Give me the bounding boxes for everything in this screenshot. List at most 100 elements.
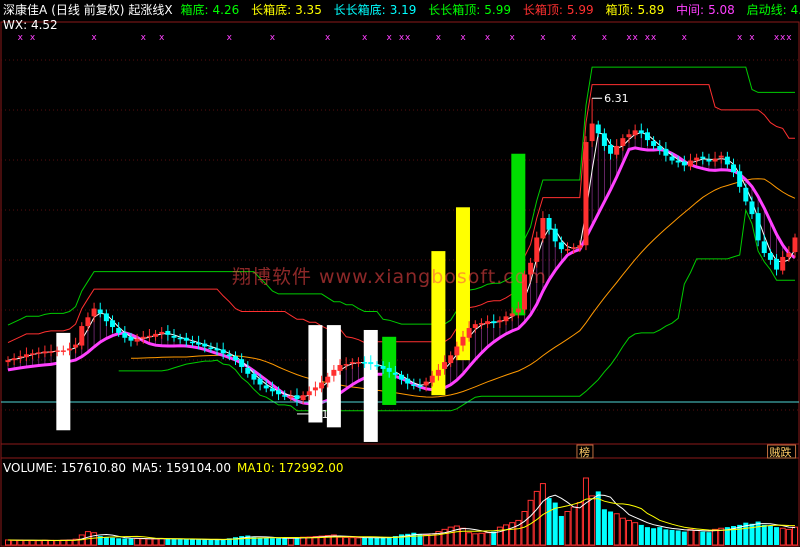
volume-bar-125 <box>774 527 780 545</box>
annotations: x x x x x x x x x x x x x x x x x x x x x x x x x x x x x6.313.15榜 贼跌 <box>18 33 797 459</box>
candle-body-42 <box>263 385 269 389</box>
volume-bar-108 <box>669 529 675 545</box>
volume-bar-18 <box>116 538 122 545</box>
candle-body-21 <box>134 338 140 342</box>
top-cross-marker-1: x <box>30 33 36 43</box>
volume-bar-2 <box>17 539 24 546</box>
candle-body-116 <box>718 155 724 158</box>
candle-body-124 <box>767 253 773 260</box>
top-cross-marker-4: x <box>159 33 165 43</box>
top-cross-marker-26: x <box>774 33 780 43</box>
volume-bar-30 <box>189 539 195 545</box>
volume-ma5: MA5: 159104.00 <box>132 461 231 475</box>
candle-body-128 <box>792 237 798 253</box>
volume-bar-126 <box>779 527 786 546</box>
volume-bar-84 <box>521 511 528 546</box>
candle-body-82 <box>509 313 515 317</box>
volume-bar-93 <box>576 502 583 546</box>
candle-body-8 <box>54 350 60 352</box>
top-cross-marker-10: x <box>399 33 405 43</box>
candle-body-24 <box>153 333 159 337</box>
volume-bar-107 <box>663 529 669 545</box>
top-cross-marker-2: x <box>91 33 97 43</box>
candle-body-28 <box>177 337 183 340</box>
top-cross-marker-23: x <box>682 33 688 43</box>
volume-bar-33 <box>208 539 214 545</box>
candle-body-65 <box>405 378 411 384</box>
top-cross-marker-15: x <box>510 33 516 43</box>
volume-bar-110 <box>681 531 687 545</box>
candle-body-14 <box>91 308 97 317</box>
volume-header: VOLUME: 157610.80 MA5: 159104.00 MA10: 172… <box>3 461 350 475</box>
top-cross-marker-3: x <box>141 33 147 43</box>
volume-bar-82 <box>509 522 516 546</box>
candle-body-53 <box>331 369 337 376</box>
volume-bar-90 <box>558 515 564 545</box>
volume-bar-92 <box>570 506 577 546</box>
volume-bar-27 <box>171 539 177 545</box>
candle-body-11 <box>73 344 79 348</box>
volume-bar-31 <box>196 539 202 545</box>
candle-body-121 <box>749 201 755 215</box>
candle-body-17 <box>110 320 116 328</box>
value-item-0: 箱底: 4.26 <box>180 3 240 17</box>
candle-body-2 <box>17 356 23 358</box>
candle-body-9 <box>60 350 66 352</box>
candle-body-102 <box>632 130 638 136</box>
candle-body-13 <box>85 317 91 327</box>
candle-body-86 <box>534 237 540 262</box>
volume-bar-77 <box>478 532 485 546</box>
candle-body-101 <box>626 134 632 138</box>
volume-bar-79 <box>491 531 497 545</box>
volume-bar-127 <box>785 528 792 546</box>
candle-body-25 <box>159 331 165 334</box>
volume-bar-111 <box>687 528 694 546</box>
candle-body-105 <box>651 141 657 146</box>
volume-bar-72 <box>447 526 454 546</box>
candle-body-106 <box>657 145 663 150</box>
value-item-7: 启动线:4.56 <box>746 3 800 17</box>
volume-bar-71 <box>441 528 448 546</box>
candle-body-104 <box>644 132 650 141</box>
candle-body-71 <box>442 362 448 369</box>
candle-body-50 <box>312 387 318 391</box>
value-item-4: 长箱顶: 5.99 <box>522 3 594 17</box>
candle-body-48 <box>300 395 306 401</box>
candle-body-3 <box>23 354 29 358</box>
volume-bar-17 <box>110 537 116 545</box>
volume-bar-43 <box>269 538 275 545</box>
candle-body-74 <box>460 336 466 346</box>
volume-panel <box>5 477 798 546</box>
candle-body-12 <box>79 326 85 346</box>
candle-body-72 <box>448 355 454 364</box>
top-cross-marker-24: x <box>737 33 743 43</box>
volume-bar-78 <box>484 532 491 546</box>
top-cross-marker-28: x <box>786 33 792 43</box>
candle-body-99 <box>614 145 620 155</box>
stock-name: 深康佳A <box>3 3 48 17</box>
candle-body-83 <box>515 308 521 313</box>
watermark: 翔博软件 www.xiangbosoft.com <box>232 266 547 288</box>
volume-bar-16 <box>103 537 109 545</box>
volume-bar-54 <box>337 536 344 546</box>
candle-body-27 <box>171 335 177 338</box>
volume-bar-106 <box>657 527 663 545</box>
candle-body-34 <box>214 348 220 351</box>
volume-bar-29 <box>183 539 189 545</box>
candle-body-64 <box>399 374 404 380</box>
candle-body-38 <box>239 359 245 367</box>
volume-bar-8 <box>54 540 61 546</box>
candle-body-61 <box>380 366 386 369</box>
candle-body-63 <box>392 372 398 375</box>
candle-body-58 <box>362 362 368 364</box>
volume-bar-91 <box>564 511 571 546</box>
top-cross-marker-11: x <box>405 33 411 43</box>
candle-body-88 <box>546 218 552 230</box>
volume-bar-60 <box>374 537 380 545</box>
candle-body-107 <box>663 148 669 156</box>
candle-body-114 <box>706 159 712 162</box>
candle-body-1 <box>11 358 17 361</box>
volume-bar-6 <box>41 539 48 546</box>
volume-bar-114 <box>706 532 712 545</box>
volume-bar-4 <box>29 540 36 546</box>
